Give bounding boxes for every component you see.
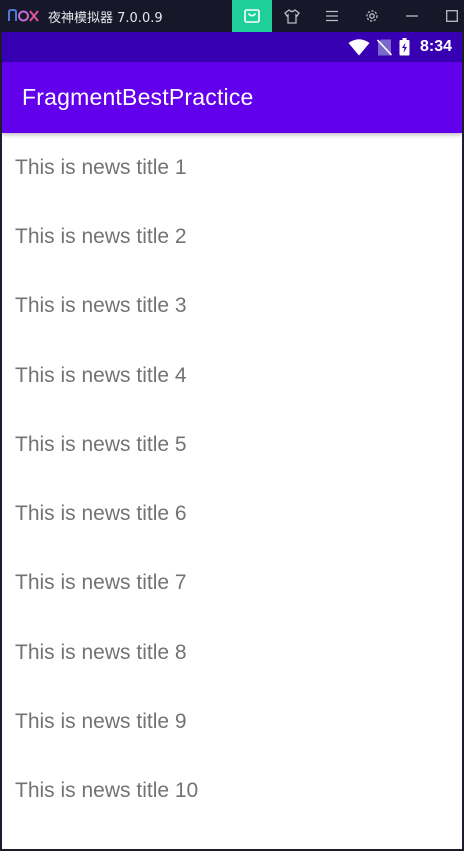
emulator-controls xyxy=(232,0,464,32)
list-item[interactable]: This is news title 6 xyxy=(2,479,462,548)
status-icons: 8:34 xyxy=(341,38,452,56)
bag-button[interactable] xyxy=(232,0,272,32)
emulator-window: 夜神模拟器 7.0.0.9 8:34 FragmentBestPractice … xyxy=(0,0,464,851)
shirt-icon xyxy=(284,8,300,24)
settings-button[interactable] xyxy=(352,0,392,32)
list-item[interactable]: This is news title 2 xyxy=(2,202,462,271)
list-item[interactable]: This is news title 8 xyxy=(2,618,462,687)
list-item[interactable]: This is news title 1 xyxy=(2,133,462,202)
news-title-list: This is news title 1 This is news title … xyxy=(2,133,462,826)
maximize-button[interactable] xyxy=(432,0,464,32)
shirt-button[interactable] xyxy=(272,0,312,32)
bag-icon xyxy=(244,9,260,23)
nox-logo-icon xyxy=(8,0,40,32)
gear-icon xyxy=(366,10,378,22)
status-bar: 8:34 xyxy=(2,32,462,62)
list-item[interactable]: This is news title 3 xyxy=(2,272,462,341)
emulator-title-bar: 夜神模拟器 7.0.0.9 xyxy=(0,0,464,32)
app-title: FragmentBestPractice xyxy=(22,84,254,110)
minimize-icon xyxy=(406,15,418,17)
emulator-title: 夜神模拟器 7.0.0.9 xyxy=(48,10,163,26)
list-item[interactable]: This is news title 7 xyxy=(2,549,462,618)
list-item[interactable]: This is news title 4 xyxy=(2,341,462,410)
maximize-icon xyxy=(446,10,458,22)
list-item[interactable]: This is news title 9 xyxy=(2,687,462,756)
status-clock: 8:34 xyxy=(419,38,452,55)
phone-screen: 8:34 FragmentBestPractice This is news t… xyxy=(2,32,462,849)
no-sim-icon xyxy=(376,38,392,56)
list-item[interactable]: This is news title 5 xyxy=(2,410,462,479)
list-item[interactable]: This is news title 10 xyxy=(2,757,462,826)
minimize-button[interactable] xyxy=(392,0,432,32)
battery-charging-icon xyxy=(399,38,410,56)
menu-icon xyxy=(326,10,338,22)
wifi-icon xyxy=(348,38,370,55)
menu-button[interactable] xyxy=(312,0,352,32)
app-toolbar: FragmentBestPractice xyxy=(2,62,462,133)
